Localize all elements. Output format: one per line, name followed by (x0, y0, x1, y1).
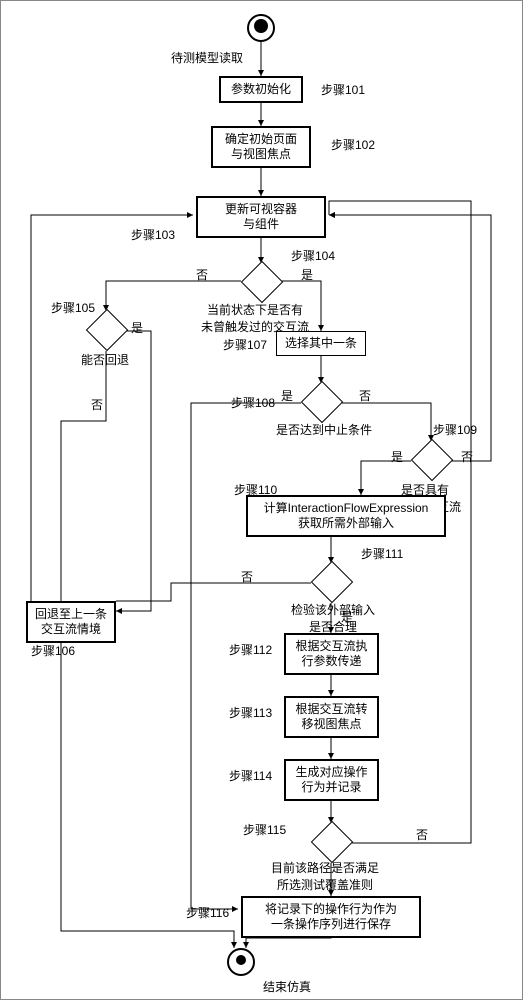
box-step103: 更新可视容器 与组件 (196, 196, 326, 238)
box-step116: 将记录下的操作行为作为 一条操作序列进行保存 (241, 896, 421, 938)
label-step104: 步骤104 (291, 247, 335, 264)
branch-108-yes: 是 (281, 387, 293, 404)
box-step106: 回退至上一条 交互流情境 (26, 601, 116, 643)
label-step116: 步骤116 (186, 904, 229, 921)
start-label: 待测模型读取 (171, 49, 243, 66)
text-step107: 选择其中一条 (285, 336, 357, 350)
branch-104-no: 否 (196, 266, 208, 283)
label-step101: 步骤101 (321, 81, 365, 98)
decision-step115 (311, 821, 353, 863)
branch-111-no: 否 (241, 568, 253, 585)
text-step103: 更新可视容器 与组件 (225, 202, 297, 231)
text-step102: 确定初始页面 与视图焦点 (225, 132, 297, 161)
label-step110: 步骤110 (234, 481, 277, 498)
box-step112: 根据交互流执 行参数传递 (284, 633, 379, 675)
box-step113: 根据交互流转 移视图焦点 (284, 696, 379, 738)
text-step101: 参数初始化 (231, 82, 291, 96)
branch-105-yes: 是 (131, 319, 143, 336)
text-step115: 目前该路径是否满足 所选测试覆盖准则 (271, 859, 379, 893)
label-step102: 步骤102 (331, 136, 375, 153)
decision-step104 (241, 261, 283, 303)
end-label: 结束仿真 (263, 978, 311, 995)
decision-step111 (311, 561, 353, 603)
text-step113: 根据交互流转 移视图焦点 (295, 702, 367, 731)
box-step110: 计算InteractionFlowExpression 获取所需外部输入 (246, 495, 446, 537)
label-step103: 步骤103 (131, 226, 175, 243)
label-step108: 步骤108 (231, 394, 275, 411)
decision-step109 (411, 439, 453, 481)
box-step114: 生成对应操作 行为并记录 (284, 759, 379, 801)
text-step116: 将记录下的操作行为作为 一条操作序列进行保存 (265, 902, 397, 931)
label-step111: 步骤111 (361, 545, 403, 562)
box-step101: 参数初始化 (219, 76, 303, 103)
text-step111: 检验该外部输入 是否合理 (291, 601, 375, 635)
label-step109: 步骤109 (433, 421, 477, 438)
label-step107: 步骤107 (223, 336, 267, 353)
branch-108-no: 否 (359, 387, 371, 404)
branch-115-no: 否 (416, 826, 428, 843)
start-node (247, 14, 275, 42)
decision-step108 (301, 381, 343, 423)
box-step107: 选择其中一条 (276, 331, 366, 356)
text-step112: 根据交互流执 行参数传递 (295, 639, 367, 668)
label-step112: 步骤112 (229, 641, 272, 658)
label-step106: 步骤106 (31, 642, 75, 659)
branch-109-yes: 是 (391, 448, 403, 465)
label-step105: 步骤105 (51, 299, 95, 316)
text-step114: 生成对应操作 行为并记录 (295, 765, 367, 794)
branch-111-yes: 是 (341, 608, 353, 625)
label-step113: 步骤113 (229, 704, 272, 721)
text-step108: 是否达到中止条件 (276, 421, 372, 438)
branch-105-no: 否 (91, 396, 103, 413)
text-step110: 计算InteractionFlowExpression 获取所需外部输入 (264, 501, 429, 530)
text-step104: 当前状态下是否有 未曾触发过的交互流 (201, 301, 309, 335)
label-step114: 步骤114 (229, 767, 272, 784)
branch-104-yes: 是 (301, 266, 313, 283)
box-step102: 确定初始页面 与视图焦点 (211, 126, 311, 168)
end-node (227, 948, 255, 976)
label-step115: 步骤115 (243, 821, 286, 838)
branch-109-no: 否 (461, 448, 473, 465)
text-step106: 回退至上一条 交互流情境 (35, 607, 107, 636)
text-step105: 能否回退 (81, 351, 129, 368)
